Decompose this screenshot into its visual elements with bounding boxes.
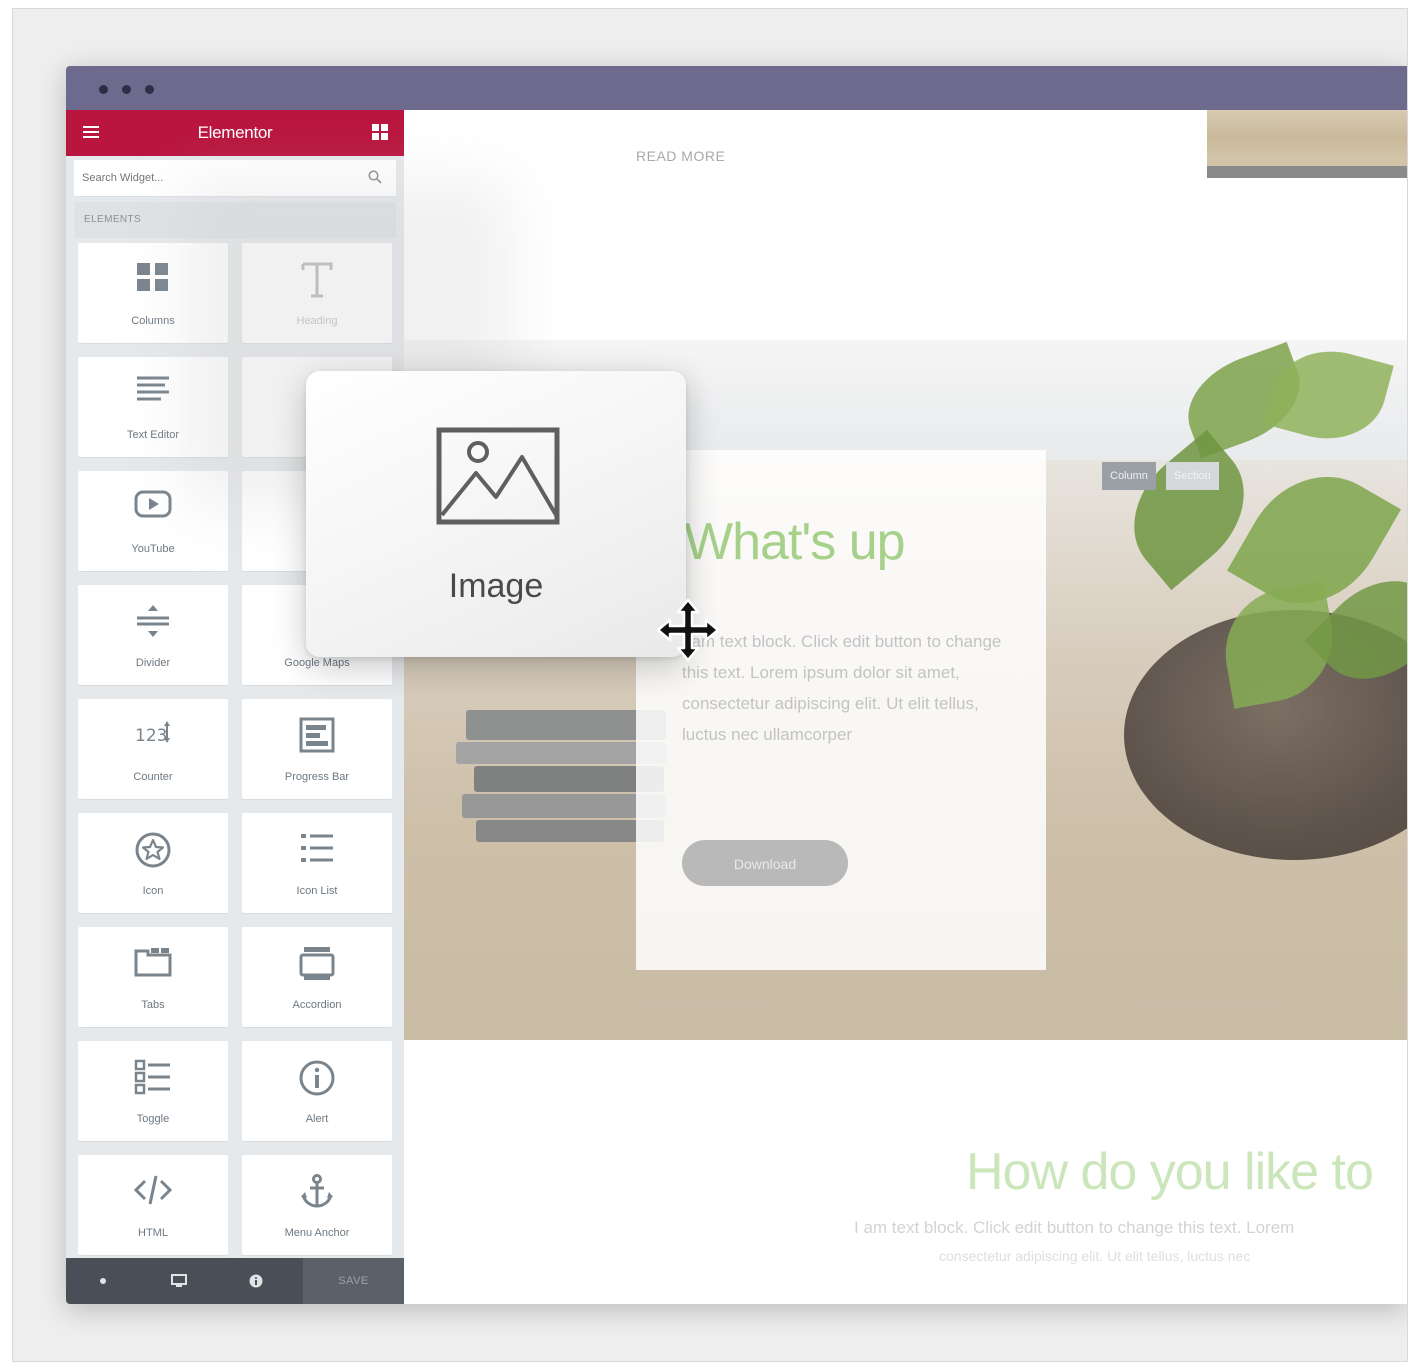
page-canvas: READ MORE Column Section What's up I am … [404, 110, 1407, 1304]
toggle-icon [78, 1059, 228, 1099]
widget-label: Divider [135, 657, 171, 669]
card-heading: What's up [684, 513, 906, 571]
read-more-link[interactable]: READ MORE [636, 148, 725, 164]
widget-menu-anchor[interactable]: Menu Anchor [242, 1155, 392, 1255]
alert-icon [242, 1059, 392, 1099]
panel-header: Elementor [66, 110, 404, 156]
image-icon [436, 427, 560, 530]
widget-label: Icon [142, 885, 164, 897]
widget-icon-list[interactable]: Icon List [242, 813, 392, 913]
widget-alert[interactable]: Alert [242, 1041, 392, 1141]
section-paragraph: I am text block. Click edit button to ch… [854, 1218, 1295, 1237]
info-icon[interactable] [248, 1273, 264, 1292]
save-button[interactable]: SAVE [303, 1258, 404, 1304]
tabs-icon [78, 945, 228, 985]
widget-progress-bar[interactable]: Progress Bar [242, 699, 392, 799]
panel-footer: SAVE [66, 1258, 404, 1304]
download-button[interactable]: Download [682, 840, 848, 886]
widget-label: Alert [305, 1113, 329, 1125]
widget-icon[interactable]: Icon [78, 813, 228, 913]
progress-bar-icon [242, 717, 392, 757]
counter-icon: 123 [78, 717, 228, 757]
grid-icon[interactable] [372, 124, 388, 140]
widget-label: HTML [138, 1227, 168, 1239]
svg-text:123: 123 [135, 726, 167, 746]
divider-icon [78, 603, 228, 643]
window-dot-minimize[interactable] [122, 85, 131, 94]
section-tab[interactable]: Section [1166, 462, 1219, 490]
window-dot-maximize[interactable] [145, 85, 154, 94]
window-dot-close[interactable] [99, 85, 108, 94]
widget-counter[interactable]: 123 Counter [78, 699, 228, 799]
screenshot-frame: Elementor ELEMENTS [12, 8, 1408, 1362]
widget-divider[interactable]: Divider [78, 585, 228, 685]
widget-accordion[interactable]: Accordion [242, 927, 392, 1027]
widget-label: Accordion [292, 999, 342, 1011]
section-headline: How do you like to [966, 1143, 1374, 1201]
content-card[interactable]: What's up I am text block. Click edit bu… [636, 450, 1046, 970]
panel-title: Elementor [197, 123, 273, 142]
dragged-widget-label: Image [448, 567, 544, 605]
icon-list-icon [242, 831, 392, 871]
widget-label: Icon List [296, 885, 338, 897]
star-icon [78, 831, 228, 871]
close-icon[interactable] [98, 1273, 108, 1290]
anchor-icon [242, 1173, 392, 1213]
widget-label: Google Maps [284, 657, 350, 669]
widget-html[interactable]: HTML [78, 1155, 228, 1255]
widget-toggle[interactable]: Toggle [78, 1041, 228, 1141]
move-cursor-icon [656, 598, 720, 662]
section-label: ELEMENTS [84, 214, 142, 225]
widget-label: Menu Anchor [284, 1227, 350, 1239]
widget-label: Tabs [141, 999, 165, 1011]
widget-tabs[interactable]: Tabs [78, 927, 228, 1027]
widget-label: Progress Bar [284, 771, 350, 783]
section-paragraph-2: consectetur adipiscing elit. Ut elit tel… [939, 1248, 1251, 1264]
column-tab[interactable]: Column [1102, 462, 1156, 490]
card-body-text: I am text block. Click edit button to ch… [682, 632, 1002, 744]
dragged-image-widget[interactable]: Image [306, 371, 686, 657]
accordion-icon [242, 945, 392, 985]
desktop-icon[interactable] [170, 1273, 188, 1292]
window-titlebar [66, 66, 1407, 110]
widget-label: YouTube [131, 543, 175, 555]
code-icon [78, 1173, 228, 1213]
widget-label: Counter [133, 771, 173, 783]
widget-label: Toggle [136, 1113, 170, 1125]
top-image-strip [1207, 166, 1407, 178]
